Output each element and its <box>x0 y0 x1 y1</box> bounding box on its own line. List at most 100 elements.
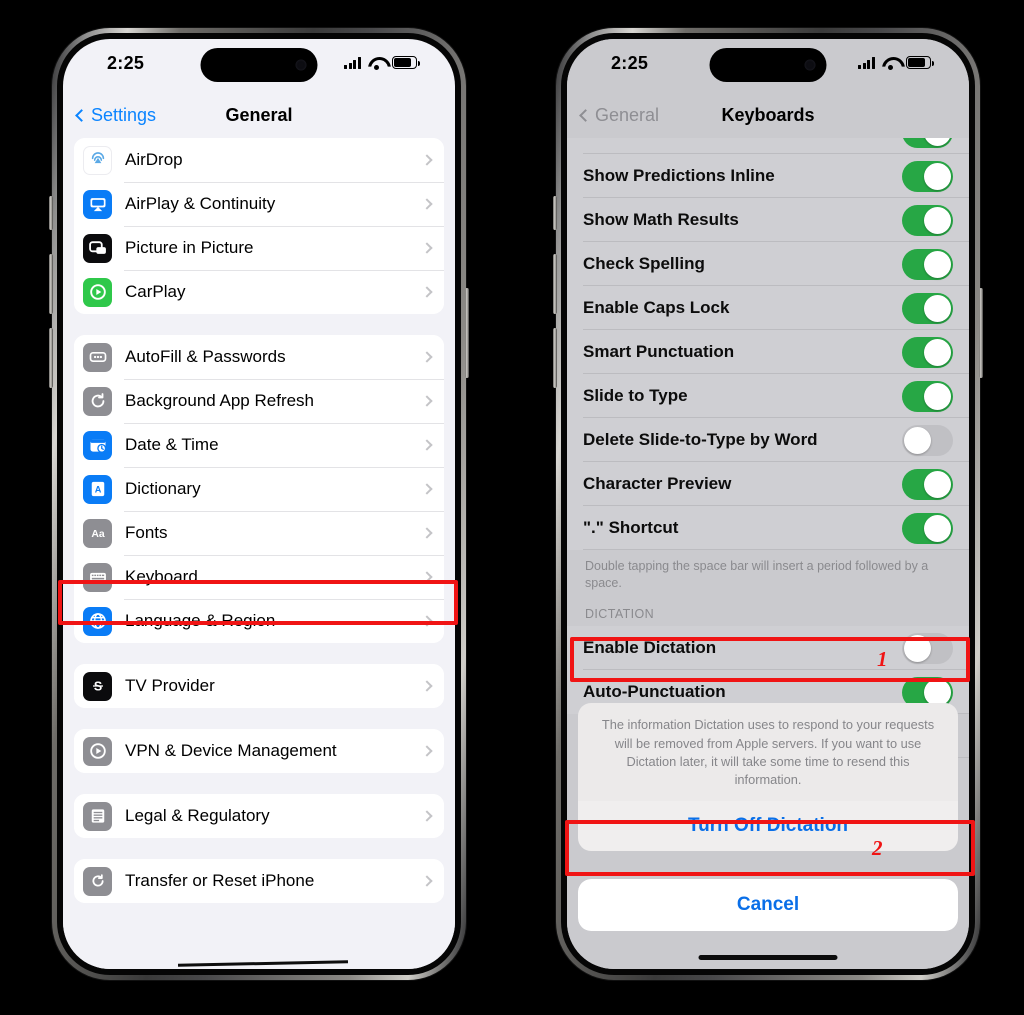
settings-row-transfer-reset-iphone[interactable]: Transfer or Reset iPhone <box>74 859 444 903</box>
row-label: Smart Punctuation <box>583 342 735 361</box>
settings-row-smart-punctuation[interactable]: Smart Punctuation <box>567 330 969 374</box>
language-region-icon <box>83 606 112 636</box>
dictionary-icon: A <box>83 474 112 504</box>
settings-row-slide-to-type[interactable]: Slide to Type <box>567 374 969 418</box>
left-phone-action-button[interactable] <box>49 196 53 230</box>
cellular-bars-icon <box>344 56 361 69</box>
row-label: AirPlay & Continuity <box>125 194 276 213</box>
settings-row-language-region[interactable]: Language & Region <box>74 599 444 643</box>
page-title: Keyboards <box>721 105 815 125</box>
row-label: Legal & Regulatory <box>125 806 270 825</box>
row-label: Enable Caps Lock <box>583 298 730 317</box>
chevron-right-icon <box>421 351 433 363</box>
settings-row-date-time[interactable]: Date & Time <box>74 423 444 467</box>
settings-row-vpn-device-management[interactable]: VPN & Device Management <box>74 729 444 773</box>
left-phone-power-button[interactable] <box>465 288 469 378</box>
dictation-action-sheet: The information Dictation uses to respon… <box>578 703 958 851</box>
settings-row-tv-provider[interactable]: S TV Provider <box>74 664 444 708</box>
settings-group-legal: Legal & Regulatory <box>74 794 444 838</box>
settings-row-carplay[interactable]: CarPlay <box>74 270 444 314</box>
settings-row-character-preview[interactable]: Character Preview <box>567 462 969 506</box>
settings-row-dictionary[interactable]: A Dictionary <box>74 467 444 511</box>
settings-row-legal-regulatory[interactable]: Legal & Regulatory <box>74 794 444 838</box>
row-label: AutoFill & Passwords <box>125 347 286 366</box>
smart-punctuation-toggle[interactable] <box>902 336 953 368</box>
svg-text:Aa: Aa <box>91 529 105 540</box>
left-phone-screen: 2:25 Settings General AirDrop AirPlay & … <box>63 39 455 969</box>
delete-slide-to-type-toggle[interactable] <box>902 424 953 456</box>
row-label: TV Provider <box>125 676 215 695</box>
enable-caps-lock-toggle[interactable] <box>902 292 953 324</box>
check-spelling-toggle[interactable] <box>902 248 953 280</box>
settings-row-show-math-results[interactable]: Show Math Results <box>567 198 969 242</box>
settings-row-check-spelling[interactable]: Check Spelling <box>567 242 969 286</box>
background-refresh-icon <box>83 386 112 416</box>
settings-row-autofill-passwords[interactable]: AutoFill & Passwords <box>74 335 444 379</box>
row-label: AirDrop <box>125 150 183 169</box>
predictive-text-toggle[interactable] <box>902 138 953 148</box>
chevron-right-icon <box>421 527 433 539</box>
left-status-bar: 2:25 <box>63 39 455 93</box>
settings-row-keyboard[interactable]: Keyboard <box>74 555 444 599</box>
settings-group-tv-provider: S TV Provider <box>74 664 444 708</box>
row-label: Language & Region <box>125 611 276 630</box>
row-label: Fonts <box>125 523 168 542</box>
battery-icon <box>392 56 420 69</box>
picture-in-picture-icon <box>83 233 112 263</box>
dynamic-island <box>200 48 318 82</box>
show-math-results-toggle[interactable] <box>902 204 953 236</box>
chevron-right-icon <box>421 745 433 757</box>
chevron-right-icon <box>421 875 433 887</box>
left-phone-volume-down[interactable] <box>49 328 53 388</box>
row-label: CarPlay <box>125 282 186 301</box>
action-sheet-cancel-container: Cancel <box>578 879 958 931</box>
step-number-2: 2 <box>872 836 883 860</box>
chevron-right-icon <box>421 242 433 254</box>
show-predictions-inline-toggle[interactable] <box>902 160 953 192</box>
enable-dictation-toggle[interactable] <box>902 632 953 664</box>
settings-row-period-shortcut[interactable]: "." Shortcut <box>567 506 969 550</box>
turn-off-dictation-button[interactable]: Turn Off Dictation <box>578 801 958 851</box>
tv-provider-icon: S <box>83 671 112 701</box>
general-settings-list[interactable]: AirDrop AirPlay & Continuity Picture in … <box>63 138 455 969</box>
row-label: "." Shortcut <box>583 518 679 537</box>
cancel-button[interactable]: Cancel <box>578 879 958 931</box>
cellular-bars-icon <box>858 56 875 69</box>
status-indicators <box>344 56 420 70</box>
settings-row-delete-slide-to-type-by-word[interactable]: Delete Slide-to-Type by Word <box>567 418 969 462</box>
settings-row-picture-in-picture[interactable]: Picture in Picture <box>74 226 444 270</box>
back-button-settings[interactable]: Settings <box>75 105 156 126</box>
settings-row-fonts[interactable]: Aa Fonts <box>74 511 444 555</box>
row-label: Dictionary <box>125 479 201 498</box>
step-number-1: 1 <box>877 647 888 671</box>
settings-group-system: AutoFill & Passwords Background App Refr… <box>74 335 444 643</box>
row-label: Picture in Picture <box>125 238 254 257</box>
chevron-right-icon <box>421 810 433 822</box>
row-label: Predictive Text <box>583 138 902 142</box>
right-phone-screen: 2:25 General Keyboards Show Predictions … <box>567 39 969 969</box>
row-label: Check Spelling <box>583 254 705 273</box>
settings-row-background-app-refresh[interactable]: Background App Refresh <box>74 379 444 423</box>
right-phone-power-button[interactable] <box>979 288 983 378</box>
character-preview-toggle[interactable] <box>902 468 953 500</box>
slide-to-type-toggle[interactable] <box>902 380 953 412</box>
row-label: Enable Dictation <box>583 638 717 658</box>
period-shortcut-toggle[interactable] <box>902 512 953 544</box>
settings-row-airplay-continuity[interactable]: AirPlay & Continuity <box>74 182 444 226</box>
right-phone-action-button[interactable] <box>553 196 557 230</box>
home-indicator[interactable] <box>698 955 838 960</box>
left-phone-volume-up[interactable] <box>49 254 53 314</box>
settings-row-predictive-text[interactable]: Predictive Text <box>567 138 969 154</box>
chevron-right-icon <box>421 395 433 407</box>
back-button-general[interactable]: General <box>579 105 659 126</box>
settings-row-enable-caps-lock[interactable]: Enable Caps Lock <box>567 286 969 330</box>
settings-group-transfer-reset: Transfer or Reset iPhone <box>74 859 444 903</box>
right-phone-volume-up[interactable] <box>553 254 557 314</box>
settings-row-enable-dictation[interactable]: Enable Dictation <box>567 626 969 671</box>
settings-row-airdrop[interactable]: AirDrop <box>74 138 444 182</box>
status-time: 2:25 <box>611 53 649 73</box>
right-phone-volume-down[interactable] <box>553 328 557 388</box>
chevron-left-icon <box>579 109 592 122</box>
settings-row-show-predictions-inline[interactable]: Show Predictions Inline <box>567 154 969 198</box>
status-indicators <box>858 56 934 70</box>
